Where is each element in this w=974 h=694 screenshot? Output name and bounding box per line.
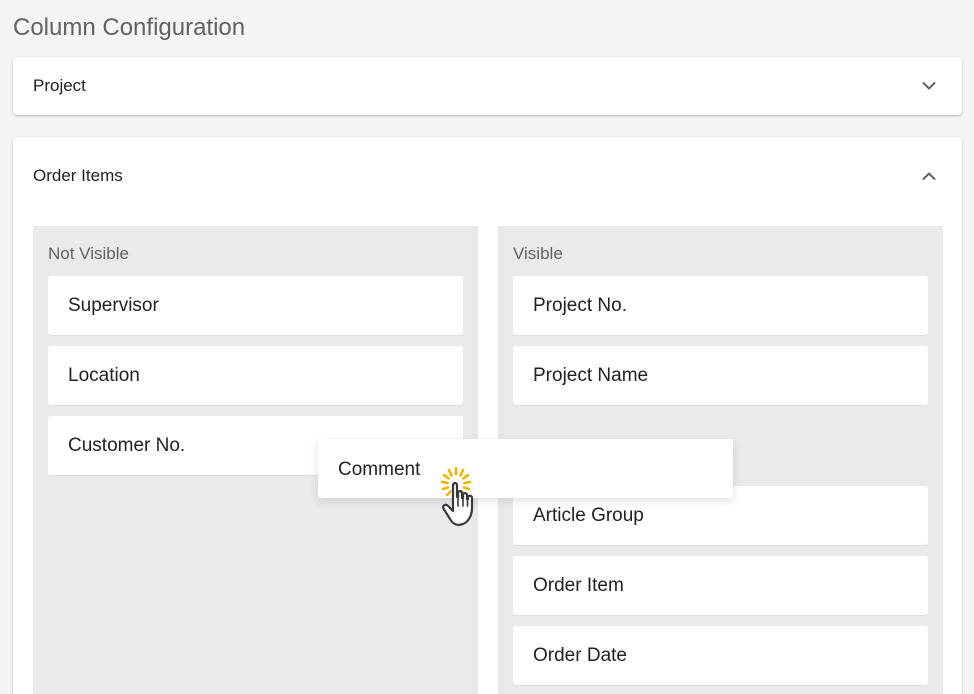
column-card-label: Customer No. — [68, 435, 186, 456]
column-card-project-name[interactable]: Project Name — [513, 346, 928, 405]
column-card-label: Location — [68, 365, 140, 386]
visible-list-title: Visible — [513, 244, 563, 263]
grab-hand-cursor-icon — [430, 464, 502, 536]
column-card-location[interactable]: Location — [48, 346, 463, 405]
chevron-up-icon[interactable] — [922, 169, 936, 183]
project-panel-header[interactable]: Project — [13, 57, 962, 115]
column-card-label: Comment — [338, 459, 421, 480]
not-visible-list-title: Not Visible — [48, 244, 129, 263]
column-card-order-item[interactable]: Order Item — [513, 556, 928, 615]
order-items-panel: Order Items Not Visible Supervisor Locat… — [13, 137, 962, 694]
project-panel-label: Project — [33, 76, 86, 95]
page: Column Configuration Project Order Items… — [0, 0, 974, 694]
column-card-label: Order Item — [533, 575, 624, 596]
dragging-column-card-comment[interactable]: Comment — [318, 439, 733, 498]
column-card-project-no[interactable]: Project No. — [513, 276, 928, 335]
chevron-down-icon[interactable] — [922, 79, 936, 93]
page-title: Column Configuration — [13, 14, 246, 41]
order-items-panel-label[interactable]: Order Items — [33, 166, 123, 186]
column-card-label: Project No. — [533, 295, 627, 316]
column-card-supervisor[interactable]: Supervisor — [48, 276, 463, 335]
column-card-order-date[interactable]: Order Date — [513, 626, 928, 685]
column-card-label: Supervisor — [68, 295, 159, 316]
column-card-label: Article Group — [533, 505, 644, 526]
column-card-label: Order Date — [533, 645, 627, 666]
column-card-label: Project Name — [533, 365, 649, 386]
